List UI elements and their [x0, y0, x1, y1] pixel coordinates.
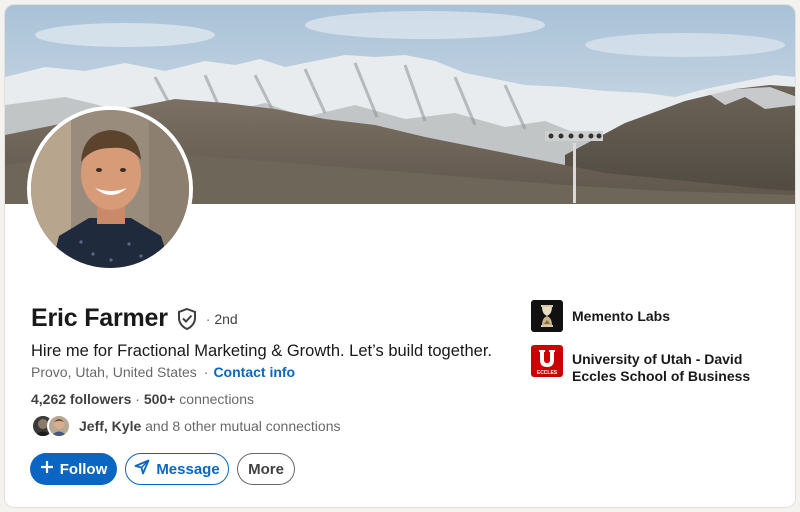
followers-count[interactable]: 4,262 followers — [31, 391, 131, 407]
profile-location: Provo, Utah, United States — [31, 364, 197, 380]
mutual-avatars — [31, 414, 73, 438]
name-row: Eric Farmer · 2nd — [31, 304, 238, 333]
school-name: University of Utah - David Eccles School… — [572, 351, 751, 384]
message-label: Message — [156, 460, 220, 478]
message-button[interactable]: Message — [125, 453, 229, 485]
school-logo-text: ECCLES — [537, 370, 558, 376]
education[interactable]: ECCLES University of Utah - David Eccles… — [531, 345, 762, 385]
paper-plane-icon — [134, 459, 150, 479]
connection-degree: · 2nd — [205, 310, 238, 327]
profile-actions: Follow Message More — [30, 453, 295, 485]
profile-photo[interactable] — [27, 106, 193, 272]
follow-button[interactable]: Follow — [30, 453, 117, 485]
follow-label: Follow — [59, 460, 108, 478]
profile-headline: Hire me for Fractional Marketing & Growt… — [31, 342, 492, 360]
hourglass-logo — [531, 300, 563, 332]
shield-check-icon[interactable] — [176, 307, 198, 331]
connections-count[interactable]: 500+ — [144, 391, 176, 407]
connections-label: connections — [179, 391, 254, 407]
network-stats: 4,262 followers · 500+ connections — [31, 391, 254, 407]
more-label: More — [248, 460, 284, 478]
mutual-connections-text: Jeff, Kyle and 8 other mutual connection… — [79, 418, 341, 434]
mutual-connections[interactable]: Jeff, Kyle and 8 other mutual connection… — [31, 414, 341, 438]
location-row: Provo, Utah, United States · Contact info — [31, 364, 296, 380]
contact-info-link[interactable]: Contact info — [213, 364, 295, 380]
connection-degree-value: 2nd — [214, 310, 238, 327]
current-company[interactable]: Memento Labs — [531, 300, 670, 332]
university-of-utah-logo: ECCLES — [531, 345, 563, 377]
company-name: Memento Labs — [572, 308, 671, 324]
more-button[interactable]: More — [237, 453, 295, 485]
mutual-names: Jeff, Kyle — [79, 418, 142, 434]
profile-name: Eric Farmer — [31, 304, 168, 332]
avatar — [47, 414, 71, 438]
profile-card: Eric Farmer · 2nd Hire me for Fractional… — [4, 4, 796, 508]
mutual-rest: and 8 other mutual connections — [145, 418, 341, 434]
plus-icon — [40, 460, 54, 478]
